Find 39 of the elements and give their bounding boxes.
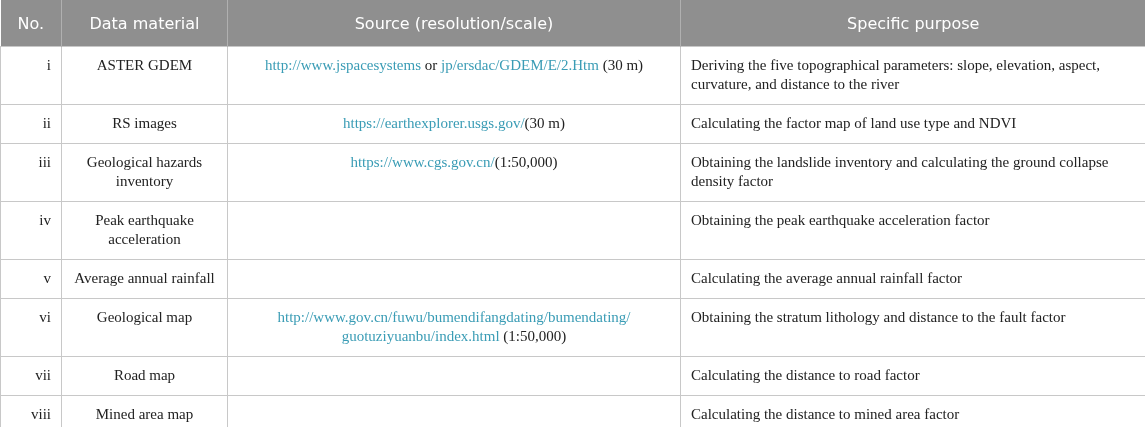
table-cell: v xyxy=(0,259,62,299)
table-cell: Obtaining the landslide inventory and calculating the ground collapse density factor xyxy=(680,143,1145,202)
table-cell: ASTER GDEM xyxy=(61,46,228,105)
resolution-text: (1:50,000) xyxy=(494,154,558,170)
table-cell: Geological hazards inventory xyxy=(61,143,228,202)
table-cell: Calculating the average annual rainfall factor xyxy=(680,259,1145,299)
source-link[interactable]: https://earthexplorer.usgs.gov/ xyxy=(342,115,525,131)
table-cell: iv xyxy=(0,201,62,260)
table-cell: RS images xyxy=(61,104,228,144)
table-cell: Deriving the five topographical parameters: slope, elevation, aspect, curvature, and distance to the river xyxy=(680,46,1145,105)
table-cell: ii xyxy=(0,104,62,144)
resolution-text: (30 m) xyxy=(602,57,644,73)
source-link[interactable]: guotuziyuanbu/index.html xyxy=(341,328,500,344)
source-link[interactable]: jp/ersdac/GDEM/E/2.Htm xyxy=(441,57,599,73)
table-cell: viii xyxy=(0,395,62,427)
column-header: Data material xyxy=(61,0,228,47)
table-cell: i xyxy=(0,46,62,105)
table-cell: vii xyxy=(0,356,62,396)
table-cell: Calculating the factor map of land use type and NDVI xyxy=(680,104,1145,144)
resolution-text: (30 m) xyxy=(524,115,566,131)
table-cell: Average annual rainfall xyxy=(61,259,228,299)
table-cell: Road map xyxy=(61,356,228,396)
column-header: Specific purpose xyxy=(680,0,1145,47)
table-cell: iii xyxy=(0,143,62,202)
table-cell: Calculating the distance to road factor xyxy=(680,356,1145,396)
resolution-text: (1:50,000) xyxy=(503,328,567,344)
table-cell: Geological map xyxy=(61,298,228,357)
column-header: Source (resolution/scale) xyxy=(227,0,681,47)
resolution-text: or xyxy=(424,57,438,73)
table-cell: Obtaining the stratum lithology and distance to the fault factor xyxy=(680,298,1145,357)
table-cell: Mined area map xyxy=(61,395,228,427)
table-cell: vi xyxy=(0,298,62,357)
source-link[interactable]: http://www.jspacesystems xyxy=(264,57,421,73)
table-cell: Calculating the distance to mined area factor xyxy=(680,395,1145,427)
column-header: No. xyxy=(0,0,62,47)
source-link[interactable]: http://www.gov.cn/fuwu/bumendifangdating/bumendating/ xyxy=(277,309,631,325)
table-cell: Obtaining the peak earthquake acceleration factor xyxy=(680,201,1145,260)
table-cell: Peak earthquake acceleration xyxy=(61,201,228,260)
source-link[interactable]: https://www.cgs.gov.cn/ xyxy=(350,154,495,170)
